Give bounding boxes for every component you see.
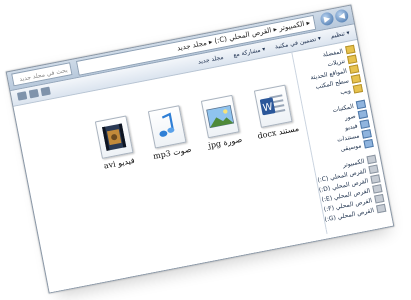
- file-grid: avi فيديو mp3 صوت jpg صورة W docx مستند: [91, 84, 300, 172]
- back-arrow-icon[interactable]: ◀: [334, 8, 350, 24]
- download-folder-icon: [347, 54, 358, 65]
- star-icon: [345, 44, 356, 55]
- drive-icon: [368, 164, 379, 175]
- file-item-video[interactable]: avi فيديو: [91, 115, 140, 172]
- audio-file-icon: [147, 105, 187, 149]
- file-name-video: avi فيديو: [103, 155, 136, 171]
- word-document-icon: W: [253, 84, 293, 128]
- help-icon[interactable]: [40, 86, 51, 97]
- drive-icon: [372, 184, 383, 194]
- drive-icon: [370, 174, 381, 184]
- library-icon: [355, 99, 367, 110]
- music-icon: [363, 138, 374, 149]
- explorer-window: ▶ ◀ ▸ الكمبيوتر ▸ القرص المحلي (C:) ▸ مج…: [5, 4, 395, 294]
- image-file-icon: [200, 94, 240, 139]
- videos-icon: [359, 119, 370, 129]
- file-item-audio[interactable]: mp3 صوت: [144, 104, 193, 161]
- documents-icon: [361, 129, 372, 139]
- folder-icon: [352, 83, 364, 94]
- drive-icon: [376, 203, 387, 214]
- pictures-icon: [357, 109, 369, 120]
- view-controls: [16, 86, 51, 101]
- svg-text:W: W: [262, 101, 274, 114]
- computer-icon: [366, 154, 377, 165]
- drive-icon: [374, 193, 385, 204]
- video-file-icon: [94, 115, 134, 159]
- forward-arrow-icon[interactable]: ▶: [319, 11, 335, 27]
- view-options-icon[interactable]: [16, 91, 28, 101]
- file-item-document[interactable]: W docx مستند: [250, 84, 300, 141]
- desktop-icon: [350, 74, 362, 84]
- recent-places-icon: [348, 64, 360, 74]
- file-item-image[interactable]: jpg صورة: [197, 94, 246, 151]
- preview-pane-icon[interactable]: [28, 88, 40, 99]
- navigation-buttons: ▶ ◀: [319, 8, 350, 27]
